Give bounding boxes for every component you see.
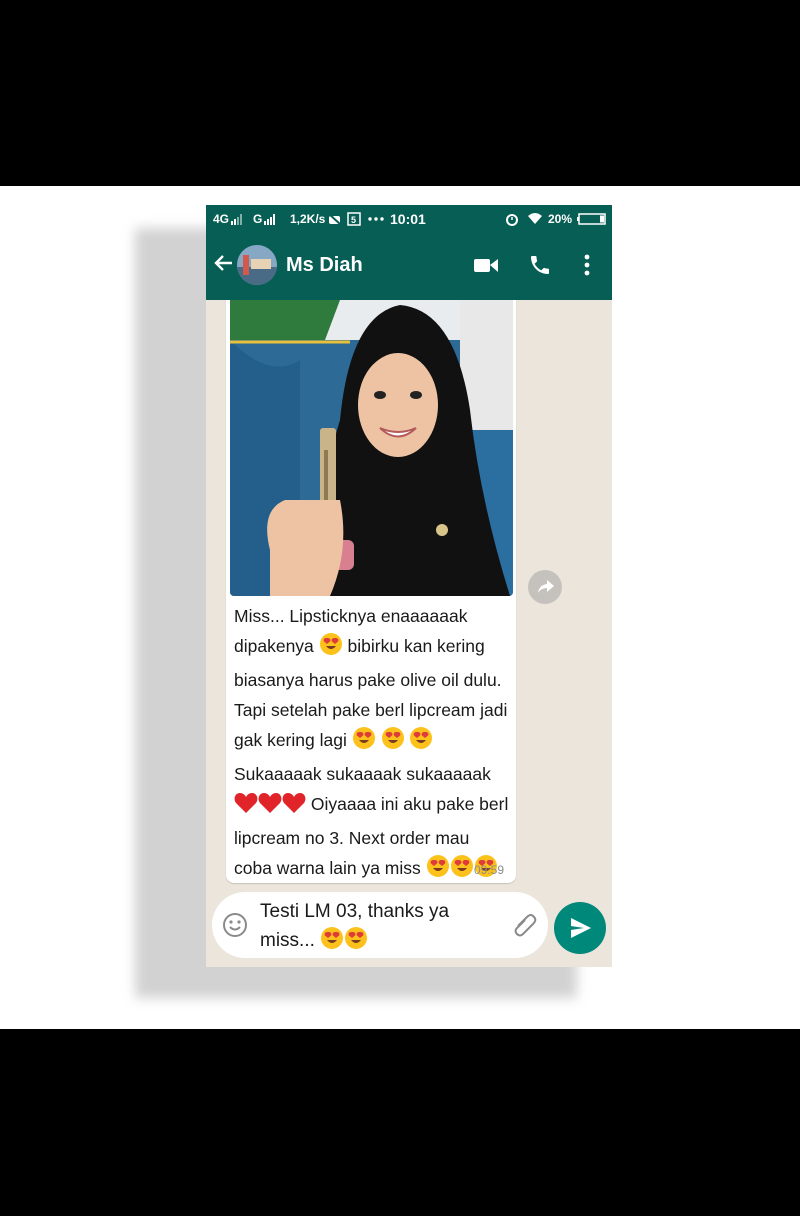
heart-eyes-emoji-icon (409, 726, 433, 759)
heart-eyes-emoji-icon (352, 726, 376, 759)
paperclip-icon (514, 914, 537, 937)
smiley-icon (223, 913, 247, 937)
more-vert-icon (584, 254, 590, 276)
network-indicator-2: G (253, 212, 263, 226)
heart-eyes-emoji-icon (344, 926, 368, 959)
message-text: Miss... Lipsticknya enaaaaaak dipakenya … (234, 601, 512, 887)
clock: 10:01 (390, 211, 426, 227)
message-segment-3: Sukaaaaak sukaaaak sukaaaaak (234, 764, 491, 784)
network-indicator-1: 4G (213, 212, 230, 226)
photo-image (230, 300, 513, 596)
phone-icon (531, 256, 549, 274)
chat-header: Ms Diah (206, 233, 612, 300)
screenshot-icon: 5 (347, 212, 361, 226)
signal-icon-2 (264, 214, 275, 225)
battery-percent: 20% (548, 212, 573, 226)
message-photo[interactable] (230, 300, 513, 596)
video-call-button[interactable] (473, 255, 499, 281)
battery-icon (577, 213, 606, 225)
avatar[interactable] (237, 245, 277, 285)
red-heart-icon (258, 792, 282, 823)
contact-name[interactable]: Ms Diah (286, 254, 363, 277)
heart-eyes-emoji-icon (450, 854, 474, 887)
heart-eyes-emoji-icon (319, 632, 343, 665)
message-input-bar[interactable]: Testi LM 03, thanks ya miss... (212, 892, 548, 958)
red-heart-icon (234, 792, 258, 823)
send-button[interactable] (554, 902, 606, 954)
data-speed: 1,2K/s (290, 212, 326, 226)
forward-arrow-icon (538, 580, 554, 593)
avatar-image (237, 245, 277, 285)
heart-eyes-emoji-icon (320, 926, 344, 959)
more-notifications-icon (368, 217, 384, 221)
message-input[interactable]: Testi LM 03, thanks ya miss... (260, 898, 490, 959)
video-call-icon (474, 259, 498, 272)
send-icon (571, 918, 591, 938)
phone-screen: 4G G 1,2K/s 5 10:01 20% Ms Diah Miss... … (206, 205, 612, 967)
message-timestamp: 09:59 (473, 863, 504, 877)
menu-button[interactable] (583, 253, 591, 279)
svg-text:5: 5 (351, 215, 356, 225)
chat-area: Miss... Lipsticknya enaaaaaak dipakenya … (206, 300, 612, 967)
forward-button[interactable] (528, 570, 562, 604)
back-button[interactable] (214, 253, 234, 278)
signal-icon (231, 214, 242, 225)
arrow-left-icon (214, 255, 232, 271)
heart-eyes-emoji-icon (381, 726, 405, 759)
message-bubble[interactable]: Miss... Lipsticknya enaaaaaak dipakenya … (226, 300, 516, 883)
muted-notification-icon (328, 213, 341, 225)
alarm-icon (506, 214, 518, 226)
voice-call-button[interactable] (528, 253, 552, 279)
status-bar: 4G G 1,2K/s 5 10:01 20% (206, 205, 612, 233)
wifi-icon (528, 213, 542, 224)
attach-button[interactable] (512, 914, 538, 943)
red-heart-icon (282, 792, 306, 823)
emoji-button[interactable] (222, 912, 248, 943)
heart-eyes-emoji-icon (426, 854, 450, 887)
